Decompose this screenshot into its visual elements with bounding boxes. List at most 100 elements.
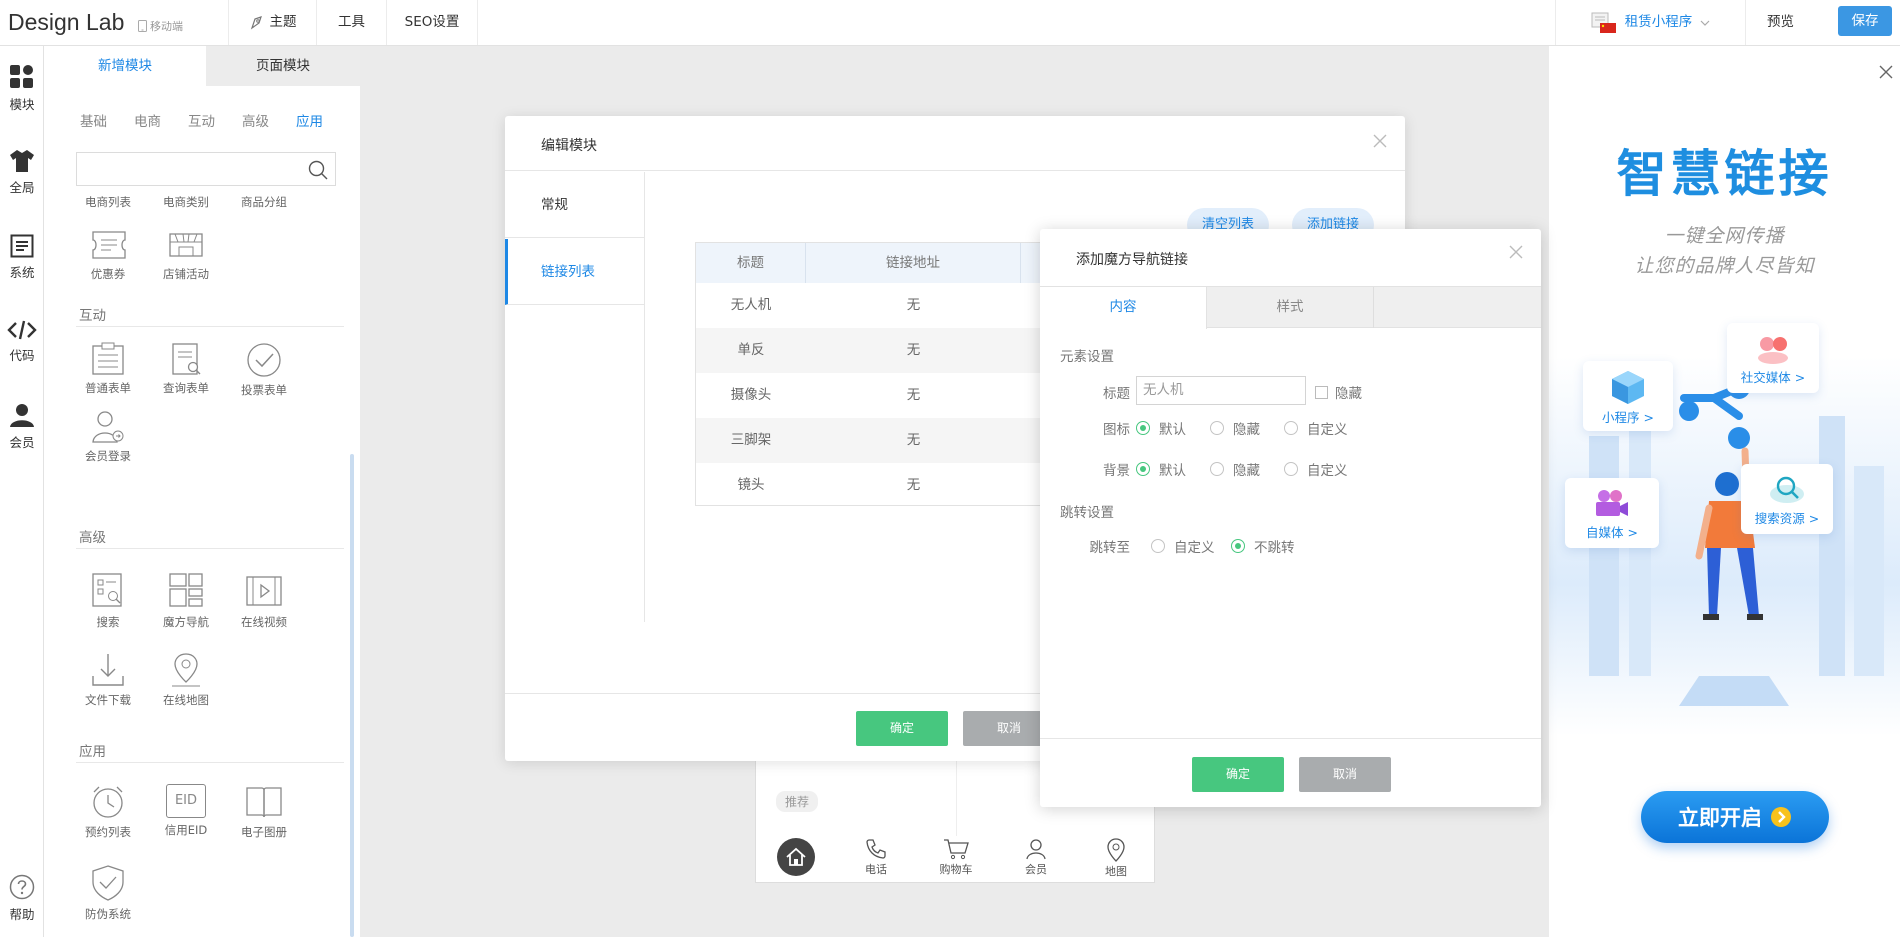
social-icon [1758,337,1788,364]
module-item[interactable]: 电商列表 [68,194,148,210]
module-e-album[interactable]: 电子图册 [224,784,304,840]
module-search[interactable]: 搜索 [68,572,148,630]
bg-radio-custom[interactable]: 自定义 [1284,459,1348,479]
promo-card-selfmedia[interactable]: 自媒体 > [1565,478,1659,548]
hide-checkbox[interactable]: 隐藏 [1315,382,1362,402]
category-advanced[interactable]: 高级 [242,110,269,130]
module-cube-nav[interactable]: 魔方导航 [146,572,226,630]
module-member-login[interactable]: 会员登录 [68,410,148,464]
theme-button[interactable]: 主题 [228,0,316,45]
module-label: 查询表单 [163,381,209,395]
icon-radio-default[interactable]: 默认 [1136,418,1186,438]
module-query-form[interactable]: 查询表单 [146,342,226,396]
tab-add-module[interactable]: 新增模块 [44,46,206,86]
dialog-title: 添加魔方导航链接 [1076,252,1188,268]
start-now-button[interactable]: 立即开启 [1641,791,1829,843]
tab-style[interactable]: 样式 [1207,287,1374,328]
rail-item-global[interactable]: 全局 [0,149,44,196]
nav-label: 地图 [1105,865,1127,878]
nav-map[interactable]: 地图 [1076,836,1156,884]
seo-settings-button[interactable]: SEO设置 [386,0,478,45]
module-booking-list[interactable]: 预约列表 [68,784,148,840]
module-anti-fake[interactable]: 防伪系统 [68,864,148,922]
rail-item-code[interactable]: 代码 [0,319,44,364]
nav-cart[interactable]: 购物车 [916,836,996,884]
tab-content[interactable]: 内容 [1040,287,1207,329]
nav-member[interactable]: 会员 [996,836,1076,884]
module-credit-eid[interactable]: EID 信用EID [146,784,226,838]
cancel-button[interactable]: 取消 [1299,757,1391,792]
cell-url: 无 [906,432,921,448]
arrow-right-circle-icon [1771,807,1791,827]
module-item[interactable]: 电商类别 [146,194,226,210]
promo-card-search[interactable]: 搜索资源 > [1741,464,1833,534]
radio-label: 默认 [1159,463,1186,479]
close-icon[interactable] [1373,134,1387,148]
search-module-icon [92,573,122,607]
checkbox-label: 隐藏 [1335,386,1362,402]
close-icon[interactable] [1509,245,1523,259]
module-online-map[interactable]: 在线地图 [146,652,226,708]
category-basic[interactable]: 基础 [80,110,107,130]
bg-radio-default[interactable]: 默认 [1136,459,1186,479]
miniapp-label: 租赁小程序 [1624,14,1693,30]
category-ecommerce[interactable]: 电商 [134,110,161,130]
tab-page-module[interactable]: 页面模块 [206,46,360,86]
section-divider [76,326,344,327]
confirm-button[interactable]: 确定 [856,711,948,746]
save-button[interactable]: 保存 [1838,6,1892,36]
member-login-icon [92,411,124,443]
module-file-download[interactable]: 文件下载 [68,652,148,708]
mobile-tag[interactable]: 移动端 [138,18,183,34]
jump-to-label: 跳转至 [1089,540,1131,556]
side-tab-general[interactable]: 常规 [505,172,645,238]
module-store-activity[interactable]: 店铺活动 [146,228,226,282]
category-interactive[interactable]: 互动 [188,110,215,130]
category-app[interactable]: 应用 [296,110,323,130]
module-online-video[interactable]: 在线视频 [224,572,304,630]
miniapp-selector[interactable]: 租赁小程序 [1555,0,1745,45]
rail-item-member[interactable]: 会员 [0,402,44,451]
confirm-button[interactable]: 确定 [1192,757,1284,792]
grid-icon [10,65,33,88]
rail-item-modules[interactable]: 模块 [0,64,44,113]
bg-radio-hidden[interactable]: 隐藏 [1210,459,1260,479]
jump-radio-none[interactable]: 不跳转 [1231,536,1295,556]
preview-button[interactable]: 预览 [1745,0,1815,45]
rail-item-system[interactable]: 系统 [0,234,44,281]
module-vote-form[interactable]: 投票表单 [224,342,304,398]
tools-button[interactable]: 工具 [316,0,386,45]
module-label: 店铺活动 [163,267,209,281]
promo-subtitle: 让您的品牌人尽皆知 [1634,255,1815,277]
panel-scrollbar[interactable] [350,454,354,937]
cell-title: 镜头 [737,477,765,493]
check-circle-icon [247,343,281,377]
nav-home[interactable] [756,836,836,884]
phone-bottom-nav: 电话 购物车 会员 地图 [756,836,1156,884]
store-icon [169,233,203,257]
module-label: 文件下载 [85,693,131,707]
help-icon [9,874,35,900]
icon-radio-hidden[interactable]: 隐藏 [1210,418,1260,438]
title-input[interactable]: 无人机 [1136,376,1306,405]
promo-card-social[interactable]: 社交媒体 > [1727,323,1819,393]
close-icon[interactable] [1878,64,1894,80]
icon-radio-custom[interactable]: 自定义 [1284,418,1348,438]
module-form[interactable]: 普通表单 [68,342,148,396]
alarm-clock-icon [93,786,123,818]
search-icon[interactable] [308,160,328,180]
module-coupon[interactable]: 优惠券 [68,228,148,282]
promo-card-miniprogram[interactable]: 小程序 > [1583,361,1673,431]
dialog-header: 编辑模块 [505,116,1405,171]
side-tab-link-list[interactable]: 链接列表 [505,239,645,305]
rail-item-help[interactable]: 帮助 [0,874,44,923]
jump-radio-custom[interactable]: 自定义 [1151,536,1215,556]
radio-dot [1231,539,1245,553]
cell-url: 无 [906,477,921,493]
radio-dot [1151,539,1165,553]
theme-icon [250,15,262,30]
dialog-title: 编辑模块 [541,138,597,154]
module-item[interactable]: 商品分组 [224,194,304,210]
nav-phone[interactable]: 电话 [836,836,916,884]
module-search-input[interactable] [76,152,336,186]
